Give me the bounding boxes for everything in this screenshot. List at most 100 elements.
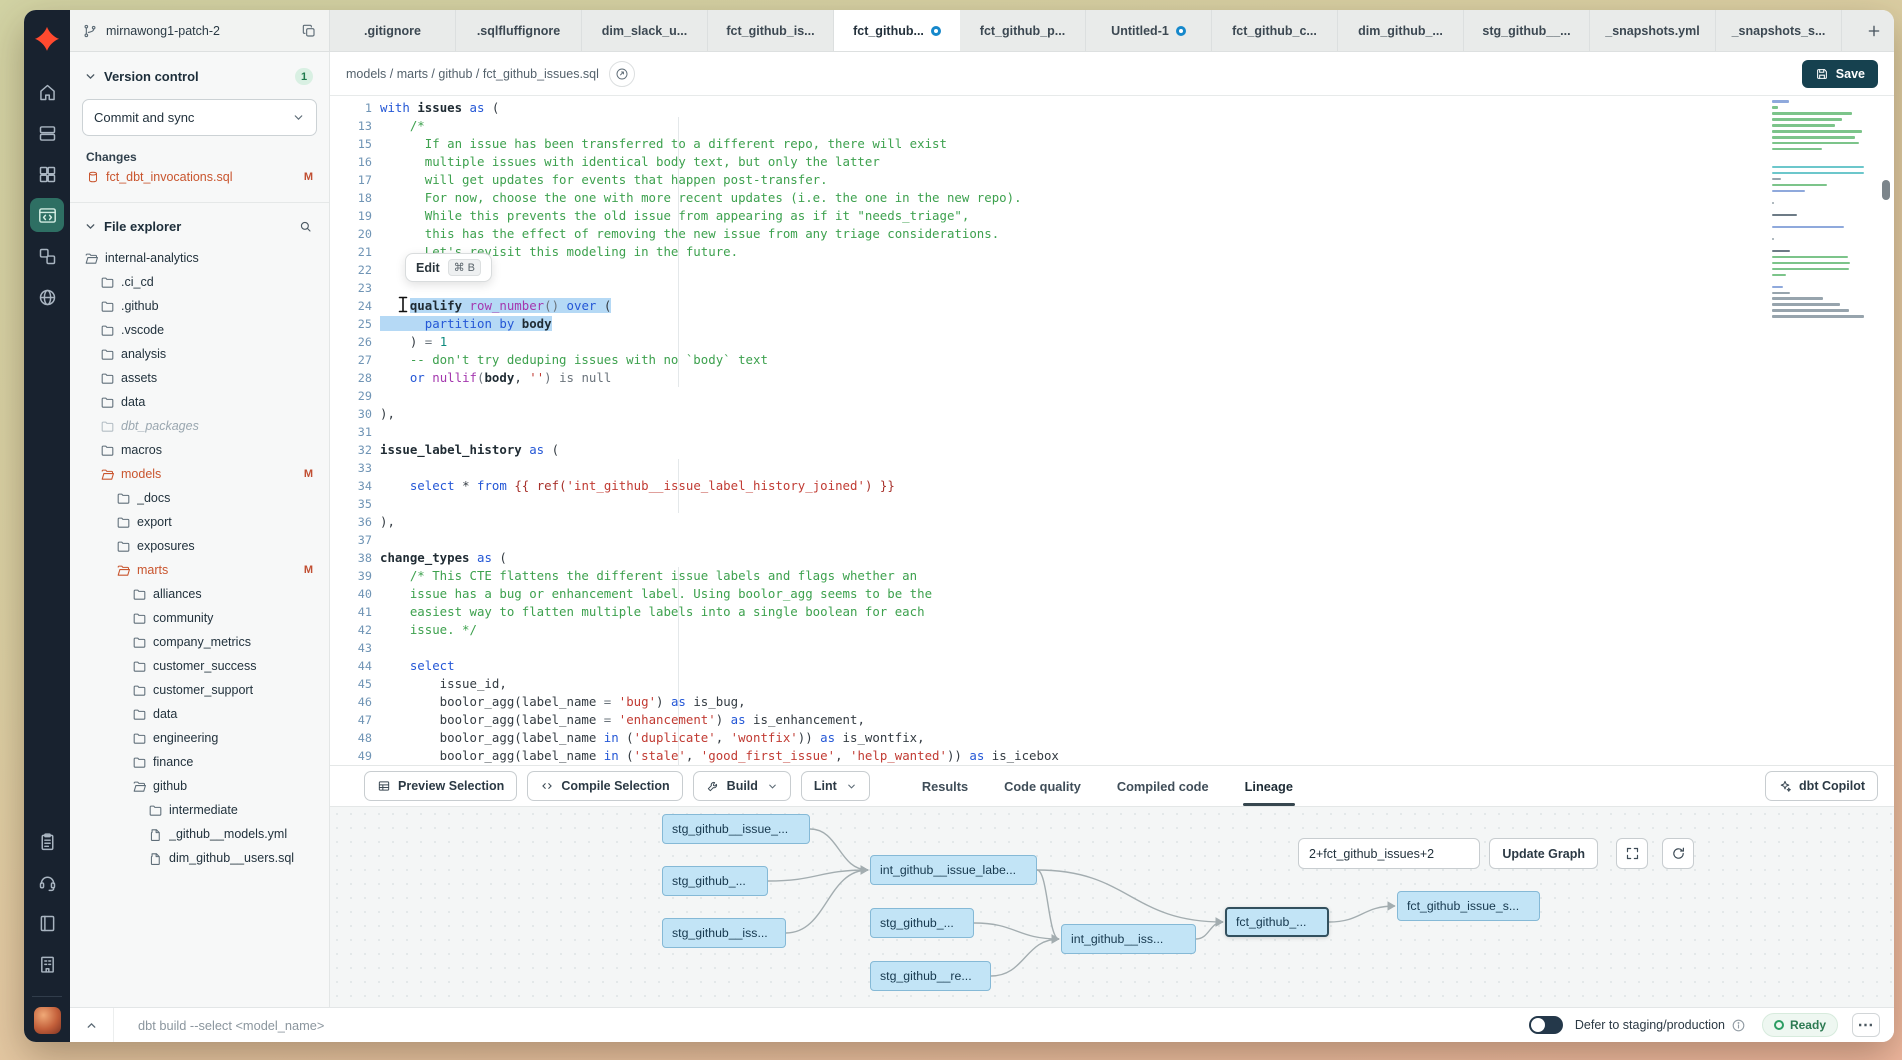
rail-item-notebook[interactable] [30, 906, 64, 940]
tree-item-finance[interactable]: finance [70, 750, 329, 774]
tab-.sqlfluffignore[interactable]: .sqlfluffignore [456, 10, 582, 51]
lineage-node-fct_github_issue_s[interactable]: fct_github_issue_s... [1397, 891, 1540, 921]
tree-item-exposures[interactable]: exposures [70, 534, 329, 558]
tree-item-intermediate[interactable]: intermediate [70, 798, 329, 822]
branch-selector[interactable]: mirnawong1-patch-2 [70, 10, 330, 51]
tree-item-export[interactable]: export [70, 510, 329, 534]
line-number: 45 [330, 675, 372, 693]
tab-Untitled-1[interactable]: Untitled-1 [1086, 10, 1212, 51]
user-avatar[interactable] [34, 1007, 61, 1034]
tree-item-dbt_packages[interactable]: dbt_packages [70, 414, 329, 438]
rail-item-headset[interactable] [30, 865, 64, 899]
new-tab-button[interactable] [1854, 10, 1894, 51]
tree-item-_github__models.yml[interactable]: _github__models.yml [70, 822, 329, 846]
file-explorer-header[interactable]: File explorer [70, 203, 329, 242]
copy-icon[interactable] [301, 23, 317, 39]
lineage-node-int_github__issue_labe[interactable]: int_github__issue_labe... [870, 855, 1037, 885]
build-button[interactable]: Build [693, 771, 791, 801]
rail-item-explore[interactable] [30, 280, 64, 314]
update-graph-button[interactable]: Update Graph [1489, 838, 1598, 869]
tree-item-label: analysis [121, 347, 313, 361]
more-options-button[interactable]: ⋯ [1852, 1013, 1880, 1037]
preview-selection-button[interactable]: Preview Selection [364, 771, 517, 801]
lineage-node-stg_github__re[interactable]: stg_github__re... [870, 961, 991, 991]
tree-item-data[interactable]: data [70, 390, 329, 414]
info-icon[interactable] [1731, 1018, 1746, 1033]
collapse-panel-button[interactable] [70, 1008, 114, 1042]
tree-item-.ci_cd[interactable]: .ci_cd [70, 270, 329, 294]
rail-item-develop[interactable] [30, 198, 64, 232]
rail-item-orchestrate[interactable] [30, 239, 64, 273]
tab-fct_github_is...[interactable]: fct_github_is... [708, 10, 834, 51]
results-tab-compiled-code[interactable]: Compiled code [1117, 766, 1209, 806]
code-line-34: 34 select * from {{ ref('int_github__iss… [330, 477, 1764, 495]
tab-fct_github_c...[interactable]: fct_github_c... [1212, 10, 1338, 51]
command-input[interactable]: dbt build --select <model_name> [138, 1018, 1529, 1033]
tree-item-data[interactable]: data [70, 702, 329, 726]
rail-item-building[interactable] [30, 947, 64, 981]
tab-_snapshots_s...[interactable]: _snapshots_s... [1716, 10, 1842, 51]
results-tab-lineage[interactable]: Lineage [1245, 766, 1293, 806]
tree-item-customer_support[interactable]: customer_support [70, 678, 329, 702]
tree-item-.github[interactable]: .github [70, 294, 329, 318]
folder-icon [100, 419, 115, 434]
version-control-header[interactable]: Version control 1 [70, 52, 329, 93]
tree-item-internal-analytics[interactable]: internal-analytics [70, 246, 329, 270]
lineage-node-stg_github__iss[interactable]: stg_github__iss... [662, 918, 786, 948]
rail-item-clipboard[interactable] [30, 824, 64, 858]
dbt-copilot-button[interactable]: dbt Copilot [1765, 771, 1878, 801]
results-tab-code-quality[interactable]: Code quality [1004, 766, 1081, 806]
tree-item-models[interactable]: modelsM [70, 462, 329, 486]
dbt-logo-icon[interactable] [32, 24, 62, 54]
rail-item-catalog[interactable] [30, 157, 64, 191]
modified-badge: M [304, 468, 313, 480]
compile-selection-button[interactable]: Compile Selection [527, 771, 682, 801]
defer-toggle[interactable] [1529, 1016, 1563, 1034]
tree-item-assets[interactable]: assets [70, 366, 329, 390]
lineage-node-stg_github__issue_[interactable]: stg_github__issue_... [662, 814, 810, 844]
fullscreen-button[interactable] [1616, 838, 1648, 869]
lineage-selector-input[interactable]: 2+fct_github_issues+2 [1298, 838, 1480, 869]
edit-popup-button[interactable]: Edit [416, 261, 440, 275]
tree-item-company_metrics[interactable]: company_metrics [70, 630, 329, 654]
tree-item-engineering[interactable]: engineering [70, 726, 329, 750]
lint-button[interactable]: Lint [801, 771, 870, 801]
tab-dim_github_...[interactable]: dim_github_... [1338, 10, 1464, 51]
code-editor[interactable]: 1with issues as (13 /*15 If an issue has… [330, 96, 1894, 765]
rail-item-home[interactable] [30, 75, 64, 109]
lineage-node-fct_github_[interactable]: fct_github_... [1225, 907, 1329, 937]
tab-fct_github...[interactable]: fct_github... [834, 10, 960, 51]
folder-icon [148, 803, 163, 818]
changed-file-fct_dbt_invocations.sql[interactable]: fct_dbt_invocations.sqlM [70, 166, 329, 188]
lineage-node-int_github__iss[interactable]: int_github__iss... [1061, 924, 1196, 954]
copy-path-button[interactable] [609, 61, 635, 87]
tree-item-.vscode[interactable]: .vscode [70, 318, 329, 342]
refresh-graph-button[interactable] [1662, 838, 1694, 869]
tree-item-analysis[interactable]: analysis [70, 342, 329, 366]
lineage-node-stg_github_[interactable]: stg_github_... [662, 866, 768, 896]
tree-item-alliances[interactable]: alliances [70, 582, 329, 606]
search-icon[interactable] [298, 219, 313, 234]
tab-stg_github__...[interactable]: stg_github__... [1464, 10, 1590, 51]
code-line-49: 49 boolor_agg(label_name in ('stale', 'g… [330, 747, 1764, 765]
results-tab-results[interactable]: Results [922, 766, 968, 806]
tab-fct_github_p...[interactable]: fct_github_p... [960, 10, 1086, 51]
rail-item-deploy[interactable] [30, 116, 64, 150]
tree-item-customer_success[interactable]: customer_success [70, 654, 329, 678]
tree-item-_docs[interactable]: _docs [70, 486, 329, 510]
editor-scrollbar-thumb[interactable] [1882, 180, 1890, 200]
tree-item-dim_github__users.sql[interactable]: dim_github__users.sql [70, 846, 329, 870]
tree-item-github[interactable]: github [70, 774, 329, 798]
tab-_snapshots.yml[interactable]: _snapshots.yml [1590, 10, 1716, 51]
minimap[interactable] [1772, 100, 1872, 321]
tab-dim_slack_u...[interactable]: dim_slack_u... [582, 10, 708, 51]
tree-item-community[interactable]: community [70, 606, 329, 630]
tree-item-label: customer_support [153, 683, 313, 697]
lineage-node-stg_github_[interactable]: stg_github_... [870, 908, 974, 938]
commit-and-sync-select[interactable]: Commit and sync [82, 99, 317, 136]
save-button[interactable]: Save [1802, 60, 1878, 88]
tab-.gitignore[interactable]: .gitignore [330, 10, 456, 51]
tree-item-label: internal-analytics [105, 251, 313, 265]
tree-item-marts[interactable]: martsM [70, 558, 329, 582]
tree-item-macros[interactable]: macros [70, 438, 329, 462]
